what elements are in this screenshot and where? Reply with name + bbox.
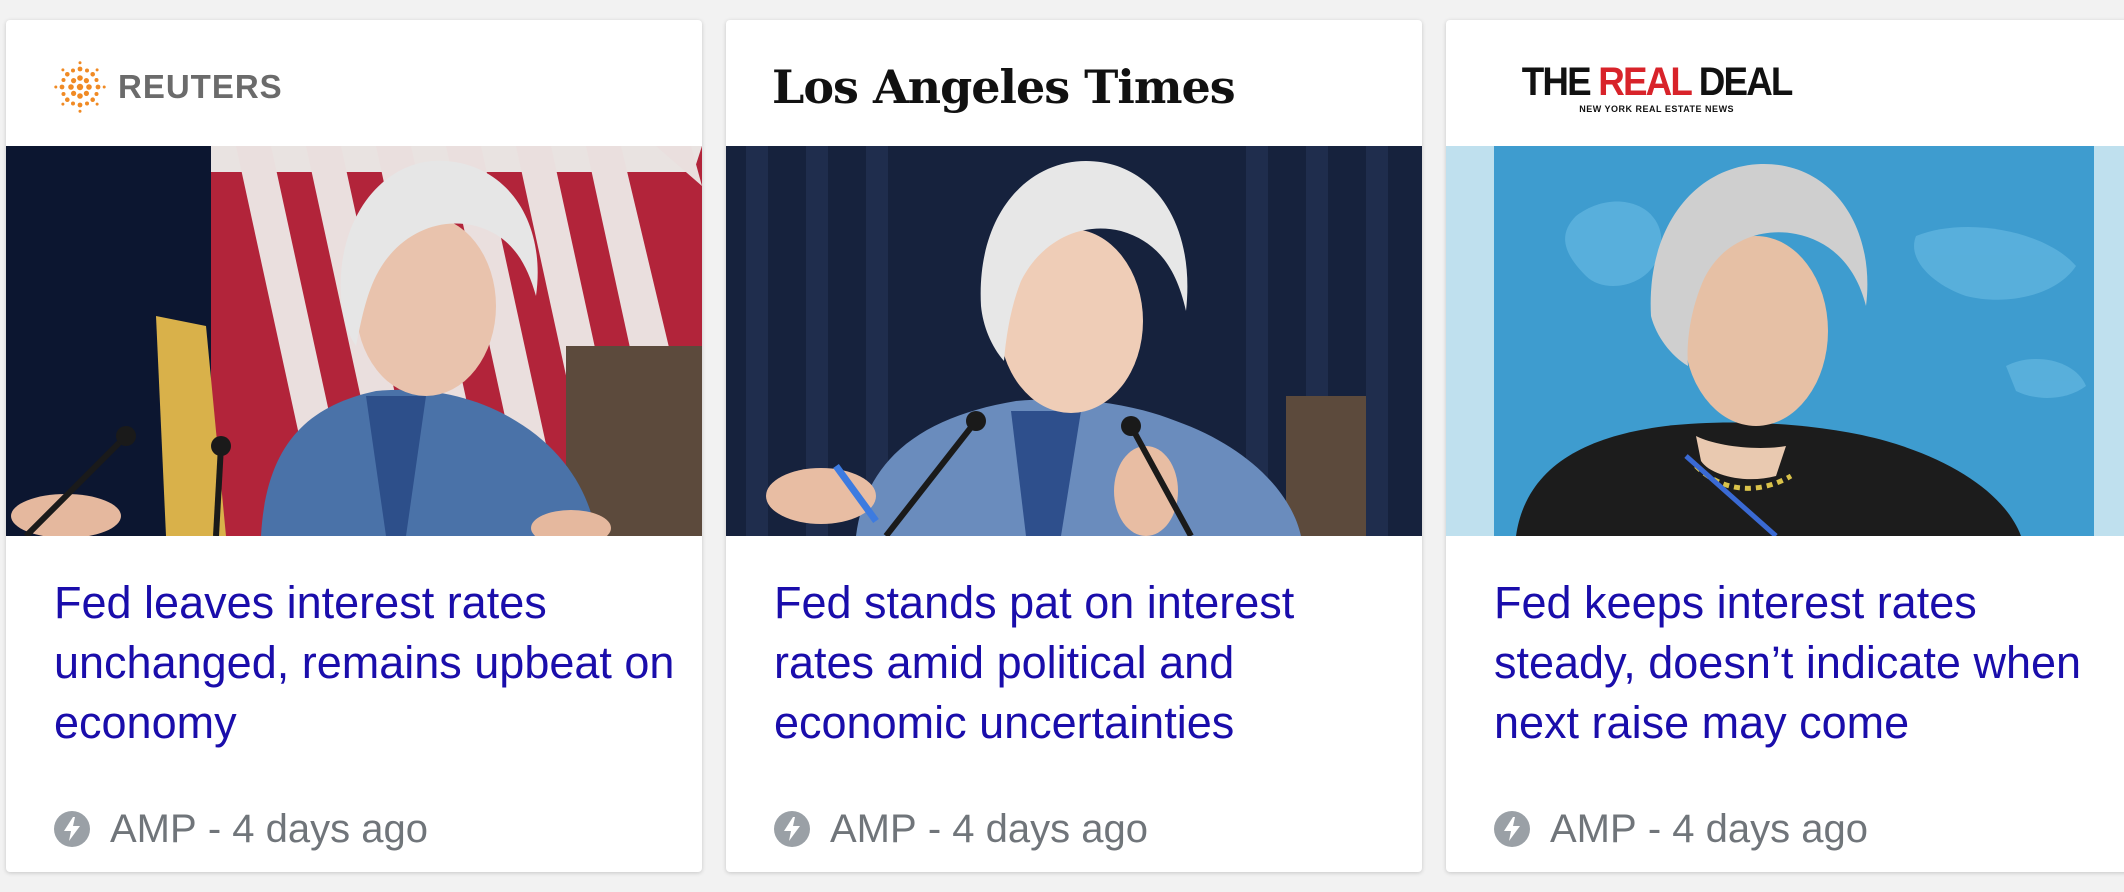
article-meta: AMP - 4 days ago	[774, 806, 1148, 852]
reuters-wordmark: REUTERS	[118, 68, 283, 105]
news-card-la-times[interactable]: Los Angeles Times Fed stands pat on inte…	[726, 20, 1422, 872]
article-headline[interactable]: Fed stands pat on interest rates amid po…	[774, 573, 1404, 753]
news-carousel: REUTERS Fed leaves interest rates unchan…	[0, 0, 2124, 892]
publisher-logo-bar: Los Angeles Times	[726, 20, 1422, 146]
lightning-bolt-icon	[1494, 811, 1530, 847]
amp-label: AMP	[1550, 806, 1637, 851]
los-angeles-times-logo: Los Angeles Times	[772, 60, 1236, 114]
reuters-dots-icon	[54, 61, 106, 113]
the-real-deal-wordmark: THE REAL DEAL	[1521, 60, 1794, 104]
the-real-deal-tagline: NEW YORK REAL ESTATE NEWS	[1579, 104, 1735, 114]
amp-label: AMP	[830, 806, 917, 851]
article-thumbnail	[726, 146, 1422, 536]
meta-separator: -	[207, 806, 222, 851]
article-meta: AMP - 4 days ago	[54, 806, 428, 852]
news-card-reuters[interactable]: REUTERS Fed leaves interest rates unchan…	[6, 20, 702, 872]
article-headline[interactable]: Fed leaves interest rates unchanged, rem…	[54, 573, 684, 753]
meta-separator: -	[1647, 806, 1662, 851]
published-time: 4 days ago	[1672, 806, 1868, 851]
article-headline[interactable]: Fed keeps interest rates steady, doesn’t…	[1494, 573, 2124, 753]
published-time: 4 days ago	[952, 806, 1148, 851]
the-real-deal-logo: THE REAL DEAL NEW YORK REAL ESTATE NEWS	[1510, 62, 1803, 114]
reuters-logo: REUTERS	[54, 61, 283, 113]
article-thumbnail	[6, 146, 702, 536]
article-meta: AMP - 4 days ago	[1494, 806, 1868, 852]
publisher-logo-bar: THE REAL DEAL NEW YORK REAL ESTATE NEWS	[1446, 20, 2124, 146]
publisher-logo-bar: REUTERS	[6, 20, 702, 146]
meta-separator: -	[927, 806, 942, 851]
amp-label: AMP	[110, 806, 197, 851]
lightning-bolt-icon	[54, 811, 90, 847]
news-card-the-real-deal[interactable]: THE REAL DEAL NEW YORK REAL ESTATE NEWS	[1446, 20, 2124, 872]
article-thumbnail	[1446, 146, 2124, 536]
published-time: 4 days ago	[232, 806, 428, 851]
lightning-bolt-icon	[774, 811, 810, 847]
